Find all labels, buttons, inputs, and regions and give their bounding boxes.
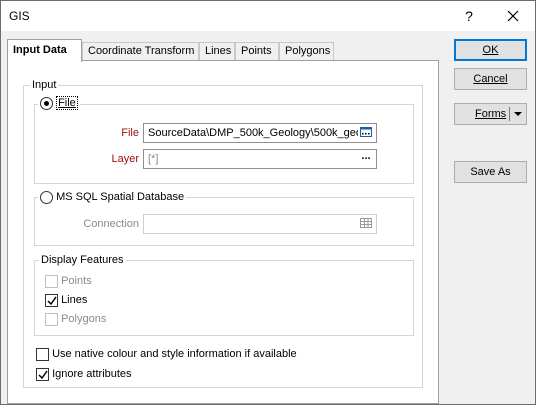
window-title: GIS	[9, 9, 30, 23]
file-group: File File SourceData\DMP_500k_Geology\50…	[34, 95, 414, 184]
ignore-attributes-checkbox-label: Ignore attributes	[52, 368, 132, 381]
save-as-button[interactable]: Save As	[454, 161, 527, 183]
ok-button[interactable]: OK	[454, 39, 527, 61]
tab-lines[interactable]: Lines	[199, 42, 235, 61]
sql-radio-row[interactable]: MS SQL Spatial Database	[38, 189, 187, 206]
ignore-attributes-checkbox[interactable]	[36, 367, 49, 381]
layer-input[interactable]: [*] ...	[143, 149, 377, 169]
forms-button-label: Forms	[475, 108, 507, 120]
checkmark-icon	[38, 370, 48, 379]
forms-button[interactable]: Forms	[454, 103, 527, 125]
ignore-attributes-checkbox-row[interactable]: Ignore attributes	[36, 366, 132, 382]
layer-input-value: [*]	[148, 153, 159, 165]
lines-checkbox-row[interactable]: Lines	[45, 292, 87, 308]
table-icon	[360, 218, 372, 228]
tab-polygons[interactable]: Polygons	[279, 42, 334, 61]
input-group: Input File File SourceData\DMP_500k_Geol…	[23, 78, 423, 388]
close-button[interactable]	[501, 5, 525, 27]
polygons-checkbox[interactable]	[45, 312, 58, 326]
close-icon	[507, 10, 519, 22]
tab-points[interactable]: Points	[235, 42, 279, 61]
cancel-button[interactable]: Cancel	[454, 68, 527, 90]
connection-field-label: Connection	[83, 218, 139, 230]
display-features-title: Display Features	[39, 253, 126, 267]
file-radio-row[interactable]: File	[38, 95, 80, 112]
browse-icon	[360, 127, 372, 137]
points-checkbox-row[interactable]: Points	[45, 273, 92, 289]
polygons-checkbox-label: Polygons	[61, 313, 107, 326]
file-input-value: SourceData\DMP_500k_Geology\500k_geo	[148, 127, 363, 139]
native-colour-checkbox-row[interactable]: Use native colour and style information …	[36, 346, 297, 362]
cancel-button-label: Cancel	[473, 73, 508, 85]
file-input[interactable]: SourceData\DMP_500k_Geology\500k_geo	[143, 123, 377, 143]
ok-button-label: OK	[482, 44, 499, 56]
title-bar: GIS ?	[1, 1, 535, 31]
display-features-group: Display Features Points Lines Polygons	[34, 253, 414, 336]
lines-checkbox[interactable]	[45, 293, 58, 307]
points-checkbox[interactable]	[45, 274, 58, 288]
help-button[interactable]: ?	[459, 5, 479, 27]
sql-group: MS SQL Spatial Database Connection	[34, 189, 414, 246]
forms-button-divider	[509, 107, 510, 121]
points-checkbox-label: Points	[61, 275, 92, 288]
layer-browse-button[interactable]: ...	[358, 151, 374, 167]
native-colour-checkbox[interactable]	[36, 347, 49, 361]
polygons-checkbox-row[interactable]: Polygons	[45, 311, 106, 327]
layer-field-label: Layer	[111, 153, 139, 165]
sql-radio[interactable]	[40, 190, 53, 204]
checkmark-icon	[47, 296, 57, 305]
file-radio[interactable]	[40, 96, 53, 110]
native-colour-checkbox-label: Use native colour and style information …	[52, 348, 297, 361]
chevron-down-icon[interactable]	[514, 112, 522, 116]
tab-input-data[interactable]: Input Data	[7, 39, 82, 62]
file-radio-label: File	[56, 96, 78, 111]
file-field-label: File	[121, 127, 139, 139]
connection-browse-button[interactable]	[358, 216, 374, 232]
input-group-title: Input	[30, 78, 59, 92]
sql-radio-label: MS SQL Spatial Database	[56, 191, 185, 204]
connection-input[interactable]	[143, 214, 377, 234]
input-data-panel: Input File File SourceData\DMP_500k_Geol…	[7, 60, 439, 404]
file-browse-button[interactable]	[358, 125, 374, 141]
gis-dialog: GIS ? Input Data Coordinate Transform Li…	[0, 0, 536, 405]
lines-checkbox-label: Lines	[61, 294, 88, 307]
tab-coordinate-transform[interactable]: Coordinate Transform	[82, 42, 199, 61]
